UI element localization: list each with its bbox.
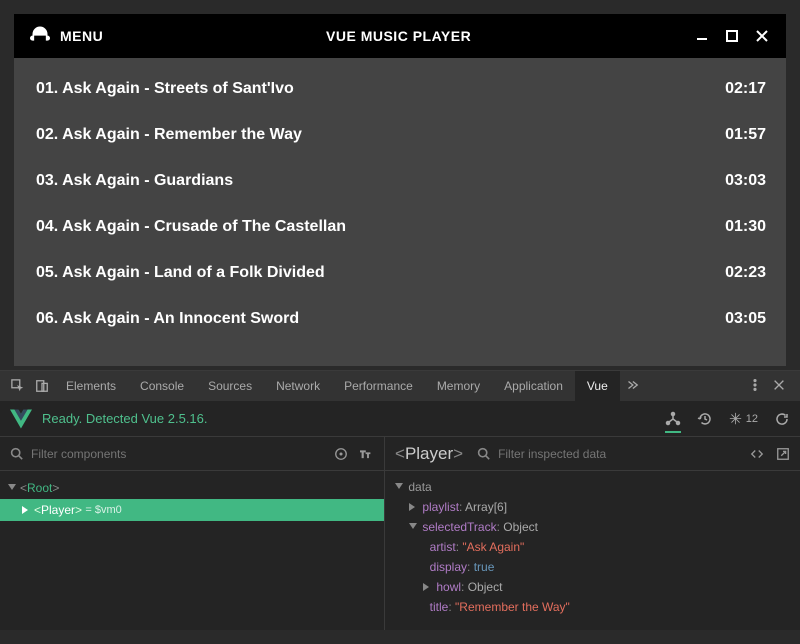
vue-logo-icon <box>10 408 32 430</box>
vue-statusbar: Ready. Detected Vue 2.5.16. 12 <box>0 401 800 437</box>
component-tree: <Root> <Player> = $vm0 <box>0 471 384 527</box>
devtools-tab-elements[interactable]: Elements <box>54 371 128 401</box>
inspect-element-icon[interactable] <box>6 379 30 393</box>
component-tree-pane: TT <Root> <Player> = $vm0 <box>0 437 385 630</box>
devtools-tabs: ElementsConsoleSourcesNetworkPerformance… <box>0 371 800 401</box>
track-duration: 03:05 <box>725 310 766 328</box>
device-toggle-icon[interactable] <box>30 379 54 393</box>
music-player-window: MENU VUE MUSIC PLAYER 01. Ask Again - St… <box>14 14 786 366</box>
devtools-tab-memory[interactable]: Memory <box>425 371 492 401</box>
devtools-panel: ElementsConsoleSourcesNetworkPerformance… <box>0 370 800 630</box>
select-target-icon[interactable] <box>334 447 348 461</box>
svg-text:T: T <box>360 449 366 459</box>
devtools-tab-sources[interactable]: Sources <box>196 371 264 401</box>
titlebar: MENU VUE MUSIC PLAYER <box>14 14 786 58</box>
state-row[interactable]: playlist: Array[6] <box>395 497 790 517</box>
track-title: 01. Ask Again - Streets of Sant'Ivo <box>36 80 294 98</box>
track-duration: 01:30 <box>725 218 766 236</box>
state-pane: <Player> data playlist: Array[6] selecte… <box>385 437 800 630</box>
search-icon <box>477 447 490 460</box>
track-duration: 02:23 <box>725 264 766 282</box>
devtools-tab-vue[interactable]: Vue <box>575 371 620 401</box>
track-duration: 02:17 <box>725 80 766 98</box>
components-tab-icon[interactable] <box>665 411 681 433</box>
track-title: 02. Ask Again - Remember the Way <box>36 126 302 144</box>
refresh-icon[interactable] <box>774 411 790 427</box>
track-row[interactable]: 05. Ask Again - Land of a Folk Divided 02… <box>14 250 786 296</box>
track-row[interactable]: 01. Ask Again - Streets of Sant'Ivo 02:17 <box>14 66 786 112</box>
tree-root[interactable]: <Root> <box>0 477 384 499</box>
track-title: 06. Ask Again - An Innocent Sword <box>36 310 299 328</box>
track-row[interactable]: 06. Ask Again - An Innocent Sword 03:05 <box>14 296 786 342</box>
svg-text:T: T <box>366 452 370 459</box>
inspected-component-name: <Player> <box>395 444 469 464</box>
filter-state-input[interactable] <box>498 447 742 461</box>
headphones-icon <box>30 24 50 49</box>
track-duration: 03:03 <box>725 172 766 190</box>
state-row[interactable]: title: "Remember the Way" <box>395 597 790 617</box>
devtools-close-icon[interactable] <box>772 378 786 395</box>
track-row[interactable]: 03. Ask Again - Guardians 03:03 <box>14 158 786 204</box>
frozen-count[interactable]: 12 <box>729 412 758 425</box>
track-title: 05. Ask Again - Land of a Folk Divided <box>36 264 325 282</box>
state-row[interactable]: selectedTrack: Object <box>395 517 790 537</box>
devtools-menu-icon[interactable] <box>748 378 762 395</box>
menu-button[interactable]: MENU <box>60 28 103 44</box>
titlebar-left: MENU <box>30 24 103 49</box>
tabs-overflow-button[interactable] <box>620 378 644 395</box>
devtools-tab-application[interactable]: Application <box>492 371 575 401</box>
format-icon[interactable]: TT <box>360 447 374 461</box>
playlist: 01. Ask Again - Streets of Sant'Ivo 02:17… <box>14 58 786 366</box>
minimize-button[interactable] <box>694 28 710 44</box>
state-tree: data playlist: Array[6] selectedTrack: O… <box>385 471 800 623</box>
track-title: 03. Ask Again - Guardians <box>36 172 233 190</box>
track-row[interactable]: 04. Ask Again - Crusade of The Castellan… <box>14 204 786 250</box>
maximize-button[interactable] <box>724 28 740 44</box>
vue-status-text: Ready. Detected Vue 2.5.16. <box>42 411 208 426</box>
track-row[interactable]: 02. Ask Again - Remember the Way 01:57 <box>14 112 786 158</box>
close-button[interactable] <box>754 28 770 44</box>
search-icon <box>10 447 23 460</box>
open-external-icon[interactable] <box>776 447 790 461</box>
devtools-tab-network[interactable]: Network <box>264 371 332 401</box>
state-row[interactable]: display: true <box>395 557 790 577</box>
devtools-tab-performance[interactable]: Performance <box>332 371 425 401</box>
code-icon[interactable] <box>750 447 764 461</box>
window-controls <box>694 28 770 44</box>
history-icon[interactable] <box>697 411 713 427</box>
track-title: 04. Ask Again - Crusade of The Castellan <box>36 218 346 236</box>
tree-player[interactable]: <Player> = $vm0 <box>0 499 384 521</box>
state-row[interactable]: howl: Object <box>395 577 790 597</box>
filter-components-input[interactable] <box>31 447 326 461</box>
track-duration: 01:57 <box>725 126 766 144</box>
state-row[interactable]: artist: "Ask Again" <box>395 537 790 557</box>
devtools-tab-console[interactable]: Console <box>128 371 196 401</box>
app-title: VUE MUSIC PLAYER <box>103 28 694 44</box>
state-section-data[interactable]: data <box>408 480 431 494</box>
